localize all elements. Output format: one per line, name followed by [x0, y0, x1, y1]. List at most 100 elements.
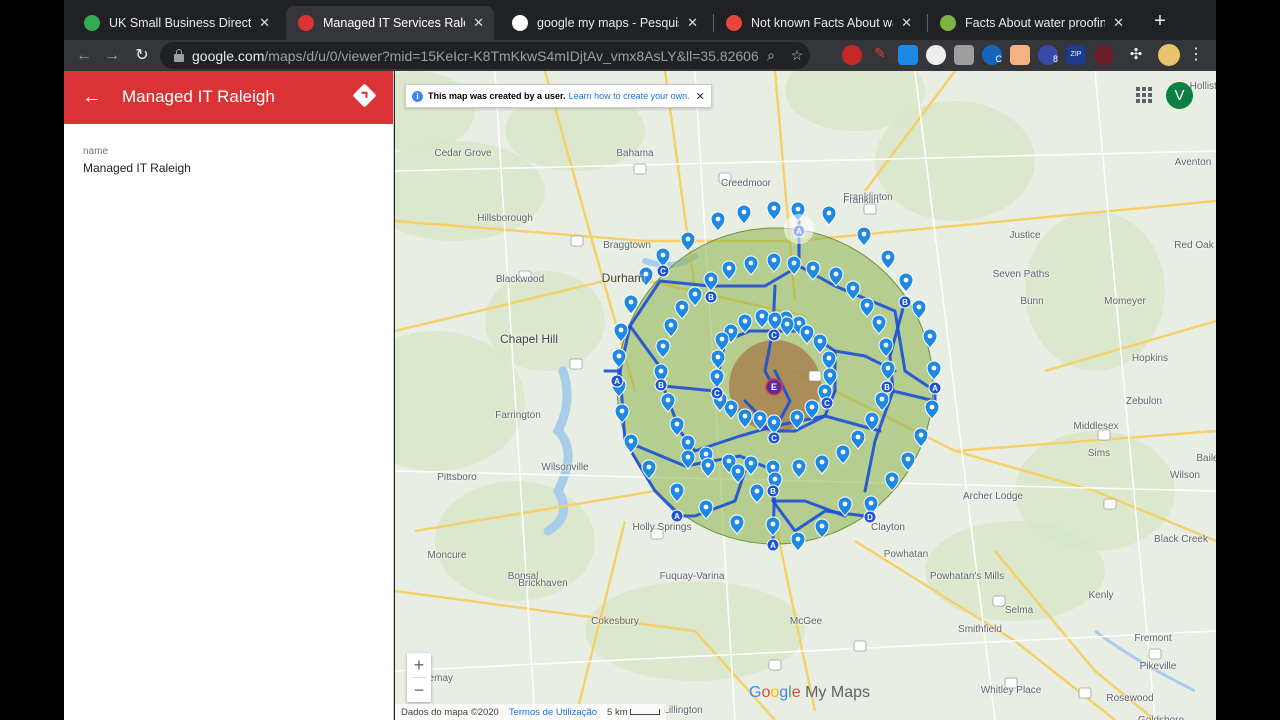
extension-pen-icon[interactable]: ✎	[870, 45, 890, 65]
extension-dark-red-icon[interactable]	[1094, 45, 1114, 65]
extension-window-icon[interactable]	[898, 45, 918, 65]
bookmark-star-icon[interactable]: ☆	[784, 47, 810, 64]
selected-pin-highlight	[784, 214, 814, 244]
place-label: Black Creek	[1154, 534, 1208, 545]
close-tab-icon[interactable]: ✕	[901, 15, 912, 31]
route-waypoint-marker[interactable]: C	[656, 264, 670, 278]
waypoint-letter: C	[660, 267, 666, 276]
ball-icon	[940, 15, 956, 31]
place-label: Archer Lodge	[962, 491, 1024, 502]
google-icon	[512, 15, 528, 31]
extension-code-icon[interactable]	[954, 45, 974, 65]
waypoint-letter: B	[770, 487, 776, 496]
tab-4[interactable]: Not known Facts About water ✕	[714, 6, 922, 40]
route-waypoint-marker[interactable]: B	[880, 380, 894, 394]
notice-text: This map was created by a user.	[428, 91, 566, 101]
route-waypoint-marker[interactable]: B	[766, 484, 780, 498]
extension-zip-icon[interactable]: ZIP	[1066, 45, 1086, 65]
place-label: Holly Springs	[632, 522, 692, 533]
location-pin[interactable]	[898, 272, 914, 293]
zoom-search-icon[interactable]: ⌕	[758, 47, 784, 64]
tab-separator	[927, 14, 928, 32]
tab-2[interactable]: Managed IT Services Raleigh - ✕	[286, 6, 494, 40]
google-apps-icon[interactable]	[1136, 87, 1152, 103]
route-waypoint-marker[interactable]: A	[670, 509, 684, 523]
route-waypoint-marker[interactable]: A	[610, 374, 624, 388]
zoom-out-button[interactable]: −	[407, 678, 431, 702]
url-text[interactable]: google.com/maps/d/u/0/viewer?mid=15KeIcr…	[192, 48, 758, 64]
place-label: Goldsboro	[1138, 715, 1184, 720]
extension-c-badge-icon[interactable]: C	[982, 45, 1002, 65]
close-notice-icon[interactable]: ✕	[696, 90, 705, 103]
route-waypoint-marker[interactable]: B	[898, 295, 912, 309]
route-waypoint-marker[interactable]: B	[704, 290, 718, 304]
highway-shield	[768, 659, 782, 671]
park-area	[435, 481, 595, 601]
route-waypoint-marker[interactable]: E	[765, 378, 783, 396]
location-pin[interactable]	[856, 226, 872, 247]
panel-header: ← Managed IT Raleigh	[64, 71, 393, 124]
feature-details-panel: ← Managed IT Raleigh name Managed IT Ral…	[64, 71, 394, 720]
browser-window: UK Small Business Directory -✕Managed IT…	[64, 0, 1216, 720]
place-label: Franklin	[843, 195, 879, 206]
directions-icon[interactable]	[352, 83, 377, 108]
place-label: Wilson	[1169, 470, 1201, 481]
location-pin[interactable]	[766, 200, 782, 221]
close-tab-icon[interactable]: ✕	[1113, 15, 1124, 31]
close-tab-icon[interactable]: ✕	[259, 15, 270, 31]
highway-shield	[992, 595, 1006, 607]
location-pin[interactable]	[680, 231, 696, 252]
route-waypoint-marker[interactable]: C	[710, 386, 724, 400]
learn-more-link[interactable]: Learn how to create your own.	[569, 91, 690, 101]
location-pin[interactable]	[880, 249, 896, 270]
reload-icon[interactable]: ↻	[130, 44, 154, 68]
user-map-notice: i This map was created by a user. Learn …	[405, 84, 712, 108]
location-pin[interactable]	[821, 205, 837, 226]
route-waypoint-marker[interactable]: C	[767, 431, 781, 445]
tab-strip: UK Small Business Directory -✕Managed IT…	[64, 0, 1216, 40]
extension-face-icon[interactable]	[1010, 45, 1030, 65]
tab-1[interactable]: UK Small Business Directory - ✕	[72, 6, 280, 40]
route-waypoint-marker[interactable]: B	[654, 378, 668, 392]
field-value: Managed IT Raleigh	[83, 161, 191, 175]
place-label: Powhatan's Mills	[929, 571, 1005, 582]
place-label: Wilsonville	[541, 462, 589, 473]
tab-5[interactable]: Facts About water proofing Re ✕	[928, 6, 1134, 40]
lock-icon	[174, 48, 184, 62]
tab-title: UK Small Business Directory -	[109, 16, 252, 30]
scale-label[interactable]: 5 km	[607, 707, 660, 718]
extensions-puzzle-icon[interactable]: ✣	[1126, 45, 1146, 65]
browser-menu-icon[interactable]: ⋮	[1188, 44, 1204, 66]
forward-icon[interactable]: →	[100, 44, 124, 68]
place-label: Selma	[1004, 605, 1034, 616]
place-label: Smithfield	[958, 624, 1002, 635]
place-label: Brickhaven	[518, 578, 568, 589]
place-label: Kenly	[1088, 590, 1114, 601]
close-tab-icon[interactable]: ✕	[473, 15, 484, 31]
profile-avatar-icon[interactable]	[1158, 44, 1180, 66]
route-waypoint-marker[interactable]: C	[767, 328, 781, 342]
location-pin[interactable]	[736, 204, 752, 225]
back-arrow-icon[interactable]: ←	[82, 85, 102, 109]
place-label: Clayton	[871, 522, 905, 533]
location-pin[interactable]	[790, 531, 806, 552]
terms-link[interactable]: Termos de Utilização	[509, 707, 597, 718]
place-label: Creedmoor	[720, 178, 772, 189]
map-canvas[interactable]: AAAAABBBBBCCCCCDE Cedar GroveBahamaCreed…	[395, 71, 1216, 720]
zoom-in-button[interactable]: +	[407, 653, 431, 677]
location-pin[interactable]	[710, 211, 726, 232]
tab-3[interactable]: google my maps - Pesquisa Go ✕	[500, 6, 708, 40]
account-avatar[interactable]: V	[1166, 82, 1193, 109]
extension-circle-icon[interactable]	[926, 45, 946, 65]
route-waypoint-marker[interactable]: A	[928, 381, 942, 395]
place-label: Rosewood	[1106, 693, 1154, 704]
route-waypoint-marker[interactable]: C	[820, 396, 834, 410]
back-icon[interactable]: ←	[72, 44, 96, 68]
extension-gear-badge-icon[interactable]: 8	[1038, 45, 1058, 65]
waypoint-letter: D	[867, 513, 873, 522]
close-tab-icon[interactable]: ✕	[687, 15, 698, 31]
new-tab-button[interactable]: +	[1149, 10, 1171, 32]
extension-red-icon[interactable]	[842, 45, 862, 65]
address-bar[interactable]: google.com/maps/d/u/0/viewer?mid=15KeIcr…	[160, 42, 810, 69]
route-waypoint-marker[interactable]: A	[766, 538, 780, 552]
